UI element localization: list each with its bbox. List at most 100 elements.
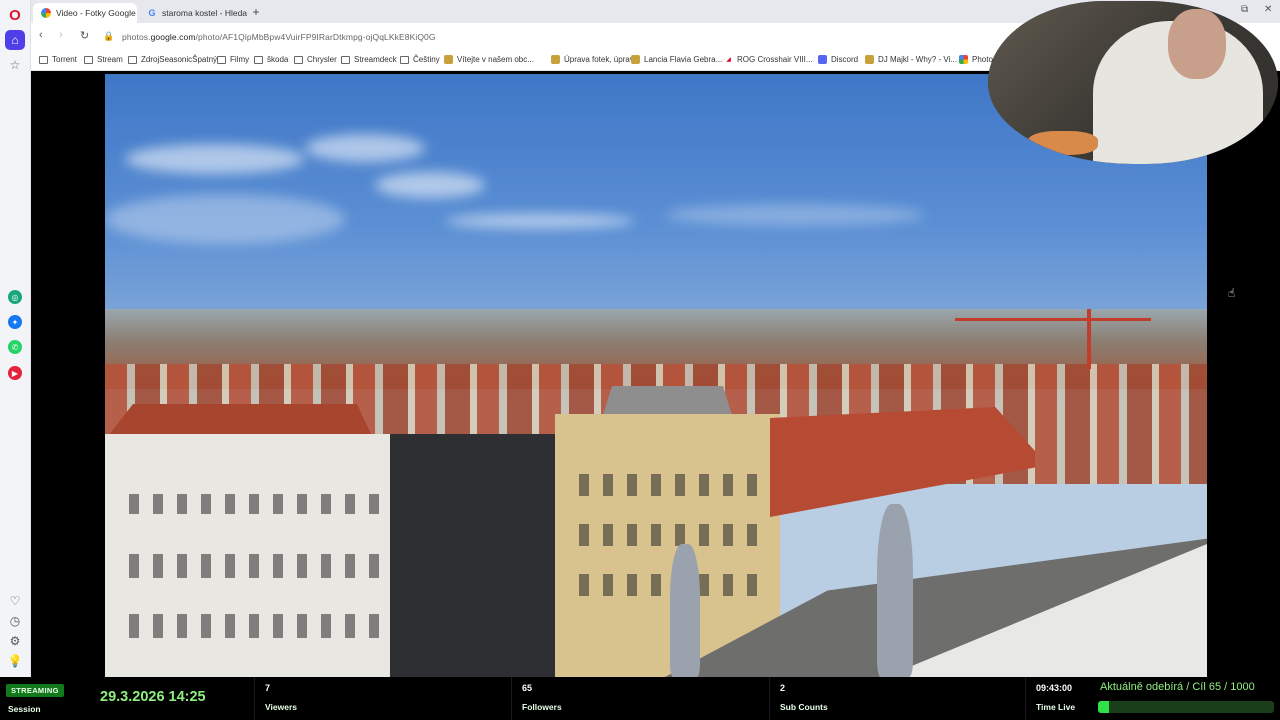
session-date: 29.3.2026 14:25 [100, 689, 206, 705]
rog-icon: ◢ [726, 57, 731, 63]
bookmark-label: Lancia Flavia Gebra... [644, 55, 723, 64]
screen: O ⌂ ☆ ◎ ✦ ✆ ▶ ♡ ◷ ⚙ 💡 Video - Fotky Goog… [0, 0, 1280, 720]
umbrella [877, 504, 913, 677]
bookmark-item[interactable]: DJ Majkl - Why? - Vi... [865, 55, 957, 64]
folder-icon [217, 55, 226, 64]
bookmark-label: Discord [831, 55, 859, 64]
bookmark-item[interactable]: Filmy [217, 55, 249, 64]
bookmark-item[interactable]: ◢ ROG Crosshair VIII... [724, 55, 813, 64]
followers-value: 65 [522, 683, 533, 693]
followers-cell: 65 Followers [512, 677, 770, 720]
heart-icon[interactable]: ♡ [5, 591, 25, 611]
bookmark-label: Češtiny [413, 55, 440, 64]
viewers-value: 7 [265, 683, 271, 693]
bookmark-label: škoda [267, 55, 289, 64]
lock-icon[interactable]: 🔒 [103, 31, 114, 42]
sub-goal-text: Aktuálně odebírá / Cíl 65 / 1000 [1100, 681, 1255, 693]
gear-icon[interactable]: ⚙ [5, 631, 25, 651]
bookmark-label: ZdrojSeasonicŠpatný [141, 55, 218, 64]
bookmark-item[interactable]: Torrent [39, 55, 77, 64]
star-icon[interactable]: ☆ [5, 55, 25, 75]
viewers-label: Viewers [265, 702, 297, 712]
cloud [445, 214, 635, 228]
bookmark-label: Torrent [52, 55, 77, 64]
music-icon[interactable]: ▶ [8, 366, 22, 380]
back-icon[interactable]: ‹ [39, 29, 43, 41]
cloud [105, 194, 345, 244]
bookmark-label: ROG Crosshair VIII... [737, 55, 813, 64]
home-icon[interactable]: ⌂ [5, 30, 25, 50]
time-live-cell: 09:43:00 Time Live [1026, 677, 1094, 720]
url-field[interactable]: photos.google.com/photo/AF1QipMbBpw4Vuir… [122, 32, 436, 42]
bookmark-item[interactable]: Stream [84, 55, 123, 64]
forward-icon[interactable]: › [59, 29, 63, 41]
site-icon [551, 55, 560, 64]
bookmark-item[interactable]: ZdrojSeasonicŠpatný [128, 55, 217, 64]
folder-icon [128, 55, 137, 64]
google-photos-icon [41, 8, 51, 18]
folder-icon [84, 55, 93, 64]
bookmark-item[interactable]: Streamdeck [341, 55, 397, 64]
streamer-hand [1028, 131, 1098, 155]
site-icon [631, 55, 640, 64]
time-live-value: 09:43:00 [1036, 683, 1073, 693]
bookmark-label: DJ Majkl - Why? - Vi... [878, 55, 957, 64]
white-baroque-building [105, 434, 415, 677]
crane-mast [1087, 309, 1091, 369]
photos-icon [959, 55, 968, 64]
bookmark-item[interactable]: Češtiny [400, 55, 440, 64]
dark-modern-building [390, 434, 565, 677]
bookmark-item[interactable]: škoda [254, 55, 288, 64]
windows [115, 494, 405, 514]
subs-value: 2 [780, 683, 786, 693]
bookmark-item[interactable]: Úprava fotek, úprav... [551, 55, 640, 64]
time-live-label: Time Live [1036, 702, 1076, 712]
viewers-cell: 7 Viewers [255, 677, 512, 720]
folder-icon [254, 55, 263, 64]
cloud [375, 172, 485, 198]
folder-icon [39, 55, 48, 64]
session-cell: STREAMING Session 29.3.2026 14:25 [0, 677, 255, 720]
opera-logo-icon[interactable]: O [5, 5, 25, 25]
tab-google-photos[interactable]: Video - Fotky Google ✕ [33, 3, 137, 23]
folder-icon [341, 55, 350, 64]
windows [565, 524, 765, 546]
bookmark-label: Filmy [230, 55, 250, 64]
google-icon: G [148, 8, 156, 18]
reload-icon[interactable]: ↻ [80, 29, 89, 42]
bookmark-item[interactable]: Discord [818, 55, 858, 64]
umbrella [670, 544, 700, 677]
messenger-icon[interactable]: ✦ [8, 315, 22, 329]
bookmark-item[interactable]: Lancia Flavia Gebra... [631, 55, 722, 64]
discord-icon [818, 55, 827, 64]
sub-goal-progress-fill [1098, 701, 1110, 713]
windows [565, 474, 765, 496]
bookmark-label: Vítejte v našem obc... [457, 55, 534, 64]
windows [115, 614, 405, 638]
followers-label: Followers [522, 702, 562, 712]
folder-icon [400, 55, 409, 64]
streaming-badge: STREAMING [6, 684, 64, 697]
prague-panorama-photo[interactable] [105, 74, 1207, 677]
photo-viewer[interactable] [33, 74, 1280, 677]
subs-label: Sub Counts [780, 702, 828, 712]
crane [955, 318, 1151, 321]
bookmark-item[interactable]: Chrysler [294, 55, 337, 64]
sub-goal-progress [1098, 701, 1274, 713]
history-icon[interactable]: ◷ [5, 611, 25, 631]
tab-google-search[interactable]: G staroma kostel - Hledat G [139, 3, 247, 23]
windows [115, 554, 405, 578]
bulb-icon[interactable]: 💡 [5, 651, 25, 671]
new-tab-button[interactable]: + [249, 5, 263, 19]
cloud [305, 134, 425, 162]
chatgpt-icon[interactable]: ◎ [8, 290, 22, 304]
tab-title: Video - Fotky Google [56, 8, 136, 18]
whatsapp-icon[interactable]: ✆ [8, 340, 22, 354]
bookmark-item[interactable]: Vítejte v našem obc... [444, 55, 534, 64]
cloud [665, 204, 925, 226]
folder-icon [294, 55, 303, 64]
windows [565, 574, 765, 596]
tab-title: staroma kostel - Hledat G [162, 8, 247, 18]
session-label: Session [8, 704, 41, 714]
bookmark-label: Stream [97, 55, 123, 64]
